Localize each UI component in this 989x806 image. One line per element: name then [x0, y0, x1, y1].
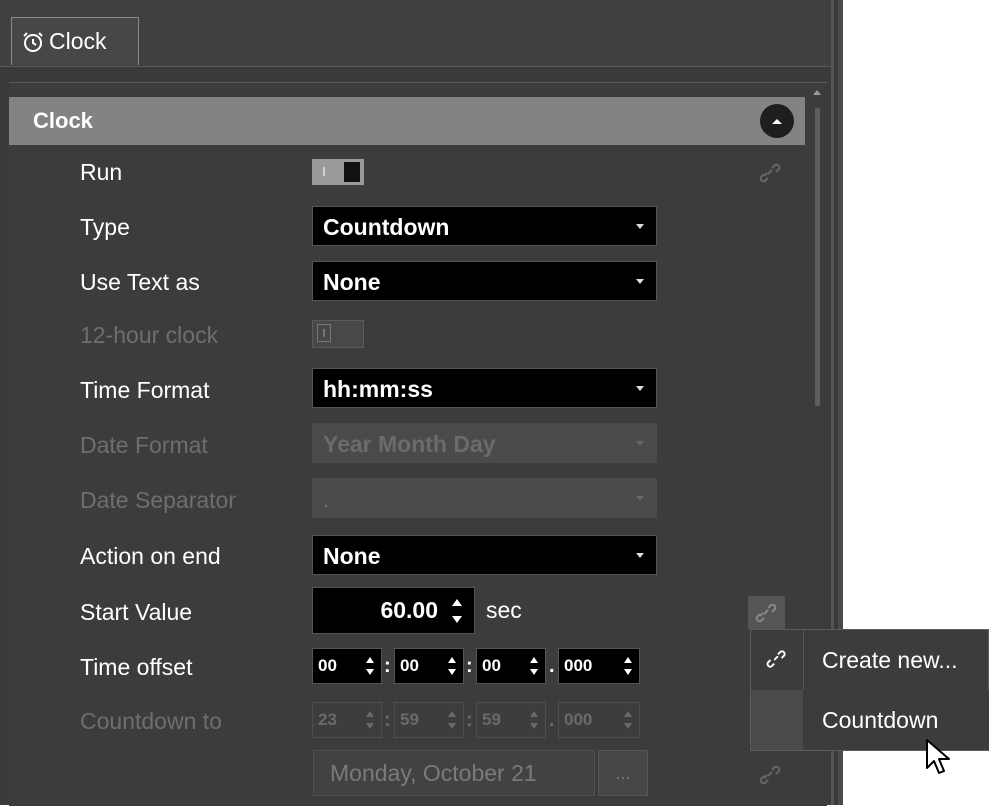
menu-item-label: Create new...: [822, 647, 958, 673]
chevron-down-icon: [636, 224, 644, 229]
mouse-pointer-icon: [926, 739, 950, 774]
time-offset-minutes[interactable]: 00: [394, 648, 464, 684]
action-on-end-label: Action on end: [80, 543, 221, 569]
chevron-down-icon: [636, 386, 644, 391]
chevron-down-icon: [636, 441, 644, 446]
collapse-button[interactable]: [760, 104, 794, 138]
countdown-to-milliseconds[interactable]: 000: [558, 702, 640, 738]
start-value-label: Start Value: [80, 599, 193, 625]
time-offset-hours[interactable]: 00: [312, 648, 382, 684]
tab-clock[interactable]: Clock: [11, 17, 139, 65]
tab-bar: Clock: [0, 0, 831, 67]
chevron-up-icon: [772, 119, 782, 124]
time-offset-milliseconds[interactable]: 000: [558, 648, 640, 684]
date-separator-value: .: [323, 486, 330, 512]
action-on-end-dropdown[interactable]: None: [312, 535, 657, 575]
section-title: Clock: [33, 108, 93, 133]
chevron-down-icon: [636, 279, 644, 284]
link-icon[interactable]: [758, 160, 784, 186]
type-label: Type: [80, 214, 130, 240]
run-label: Run: [80, 159, 123, 185]
run-toggle[interactable]: [312, 159, 364, 185]
countdown-to-seconds[interactable]: 59: [476, 702, 546, 738]
link-icon[interactable]: [758, 762, 784, 788]
time-offset-label: Time offset: [80, 654, 193, 680]
countdown-to-label: Countdown to: [80, 708, 222, 734]
alarm-clock-icon: [23, 31, 43, 52]
use-text-as-label: Use Text as: [80, 269, 200, 295]
twelve-hour-label: 12-hour clock: [80, 322, 219, 348]
start-value-stepper[interactable]: 60.00: [312, 587, 475, 634]
link-popup-menu: Create new... Countdown: [750, 629, 989, 751]
twelve-hour-toggle[interactable]: [312, 320, 364, 348]
link-icon: [755, 603, 777, 623]
countdown-date-field[interactable]: Monday, October 21: [313, 750, 595, 796]
stepper-arrows-icon[interactable]: [450, 599, 464, 623]
start-value-value: 60.00: [380, 597, 438, 623]
time-format-label: Time Format: [80, 377, 210, 403]
scroll-up-arrow[interactable]: [813, 90, 821, 95]
action-on-end-value: None: [323, 543, 381, 569]
date-format-label: Date Format: [80, 432, 208, 458]
scrollbar-thumb[interactable]: [815, 108, 820, 406]
use-text-as-dropdown[interactable]: None: [312, 261, 657, 301]
tab-label: Clock: [49, 28, 107, 54]
link-icon: [766, 650, 786, 668]
date-format-value: Year Month Day: [323, 431, 496, 457]
chevron-down-icon: [636, 496, 644, 501]
countdown-to-minutes[interactable]: 59: [394, 702, 464, 738]
type-dropdown[interactable]: Countdown: [312, 206, 657, 246]
menu-item-label: Countdown: [822, 707, 939, 733]
menu-item-create-new[interactable]: Create new...: [751, 630, 989, 690]
time-format-dropdown[interactable]: hh:mm:ss: [312, 368, 657, 408]
use-text-as-value: None: [323, 269, 381, 295]
time-format-value: hh:mm:ss: [323, 376, 433, 402]
section-header[interactable]: Clock: [9, 97, 805, 145]
link-button[interactable]: [748, 596, 785, 629]
chevron-down-icon: [636, 553, 644, 558]
date-format-dropdown[interactable]: Year Month Day: [312, 423, 657, 463]
date-separator-dropdown[interactable]: .: [312, 478, 657, 518]
date-picker-button[interactable]: ...: [598, 750, 648, 796]
date-separator-label: Date Separator: [80, 487, 236, 513]
type-value: Countdown: [323, 214, 450, 240]
start-value-unit: sec: [486, 597, 522, 623]
countdown-to-hours[interactable]: 23: [312, 702, 382, 738]
time-offset-seconds[interactable]: 00: [476, 648, 546, 684]
